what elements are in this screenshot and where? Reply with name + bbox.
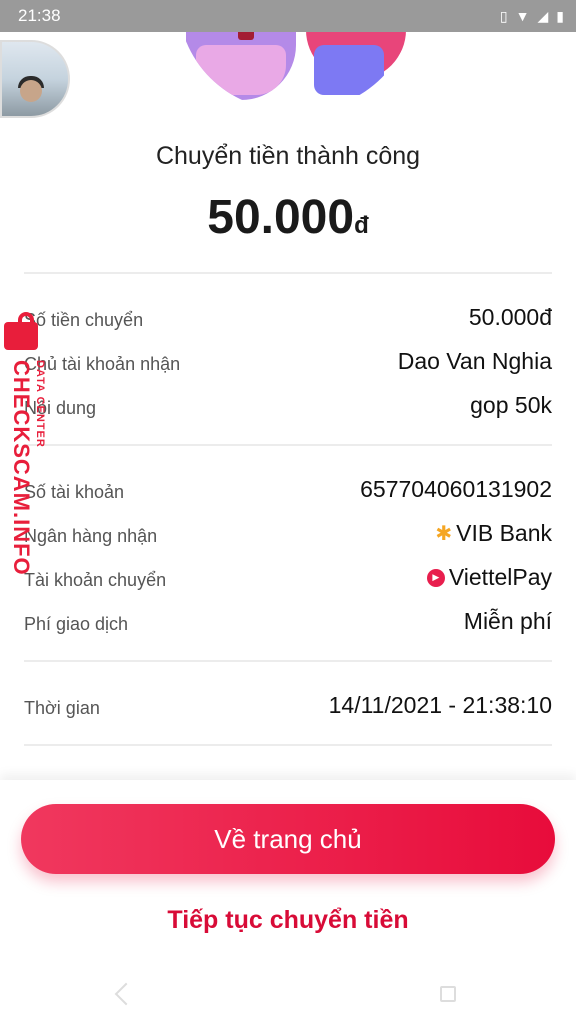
detail-row-fee: Phí giao dịch Miễn phí <box>24 608 552 638</box>
detail-row-source-account: Tài khoản chuyển ▶ ViettelPay <box>24 564 552 594</box>
transfer-amount: 50.000đ <box>0 190 576 245</box>
amount-value: 50.000 <box>207 191 355 244</box>
detail-row-time: Thời gian 14/11/2021 - 21:38:10 <box>24 692 552 722</box>
wifi-icon: ▼ <box>515 8 530 24</box>
status-icons: ▯ ▼ ◢ ▮ <box>500 6 564 26</box>
watermark-text: CHECKSCAM.INFO <box>9 360 34 576</box>
currency-symbol: đ <box>354 212 369 239</box>
detail-value: ▶ ViettelPay <box>426 564 552 591</box>
detail-value: Dao Van Nghia <box>397 348 552 374</box>
detail-value: Miễn phí <box>463 608 552 634</box>
vibrate-icon: ▯ <box>499 8 508 24</box>
nav-recent-icon[interactable] <box>440 986 456 1002</box>
divider <box>24 444 552 446</box>
avatar[interactable] <box>0 40 70 118</box>
signal-icon: ◢ <box>537 8 549 24</box>
detail-value: 14/11/2021 - 21:38:10 <box>328 692 552 718</box>
detail-value: 50.000đ <box>468 304 552 330</box>
bank-name: VIB Bank <box>456 520 552 546</box>
detail-row-account-number: Số tài khoản 657704060131902 <box>24 476 552 506</box>
battery-icon: ▮ <box>556 8 564 24</box>
detail-row-amount: Số tiền chuyển 50.000đ <box>24 304 552 334</box>
vib-star-icon: ✱ <box>435 523 453 545</box>
detail-row-content: Nội dung gop 50k <box>24 392 552 422</box>
viettelpay-icon: ▶ <box>426 568 445 587</box>
status-time: 21:38 <box>18 6 61 25</box>
detail-label: Thời gian <box>24 698 100 718</box>
detail-row-bank: Ngân hàng nhận ✱ VIB Bank <box>24 520 552 550</box>
wallet-name: ViettelPay <box>448 564 552 590</box>
lock-icon <box>4 312 38 350</box>
continue-transfer-link[interactable]: Tiếp tục chuyển tiền <box>0 906 576 935</box>
status-bar: 21:38 ▯ ▼ ◢ ▮ <box>0 0 576 32</box>
divider <box>24 744 552 746</box>
detail-value: 657704060131902 <box>360 476 552 502</box>
detail-row-recipient: Chủ tài khoản nhận Dao Van Nghia <box>24 348 552 378</box>
detail-label: Phí giao dịch <box>24 614 129 634</box>
page-title: Chuyển tiền thành công <box>155 142 421 170</box>
watermark-subtext: DATA CENTER <box>34 360 46 448</box>
detail-value: gop 50k <box>470 392 552 418</box>
divider <box>24 660 552 662</box>
divider <box>24 272 552 274</box>
home-button[interactable]: Về trang chủ <box>21 804 555 874</box>
watermark: CHECKSCAM.INFO DATA CENTER <box>4 312 50 592</box>
detail-value: ✱ VIB Bank <box>435 520 552 547</box>
